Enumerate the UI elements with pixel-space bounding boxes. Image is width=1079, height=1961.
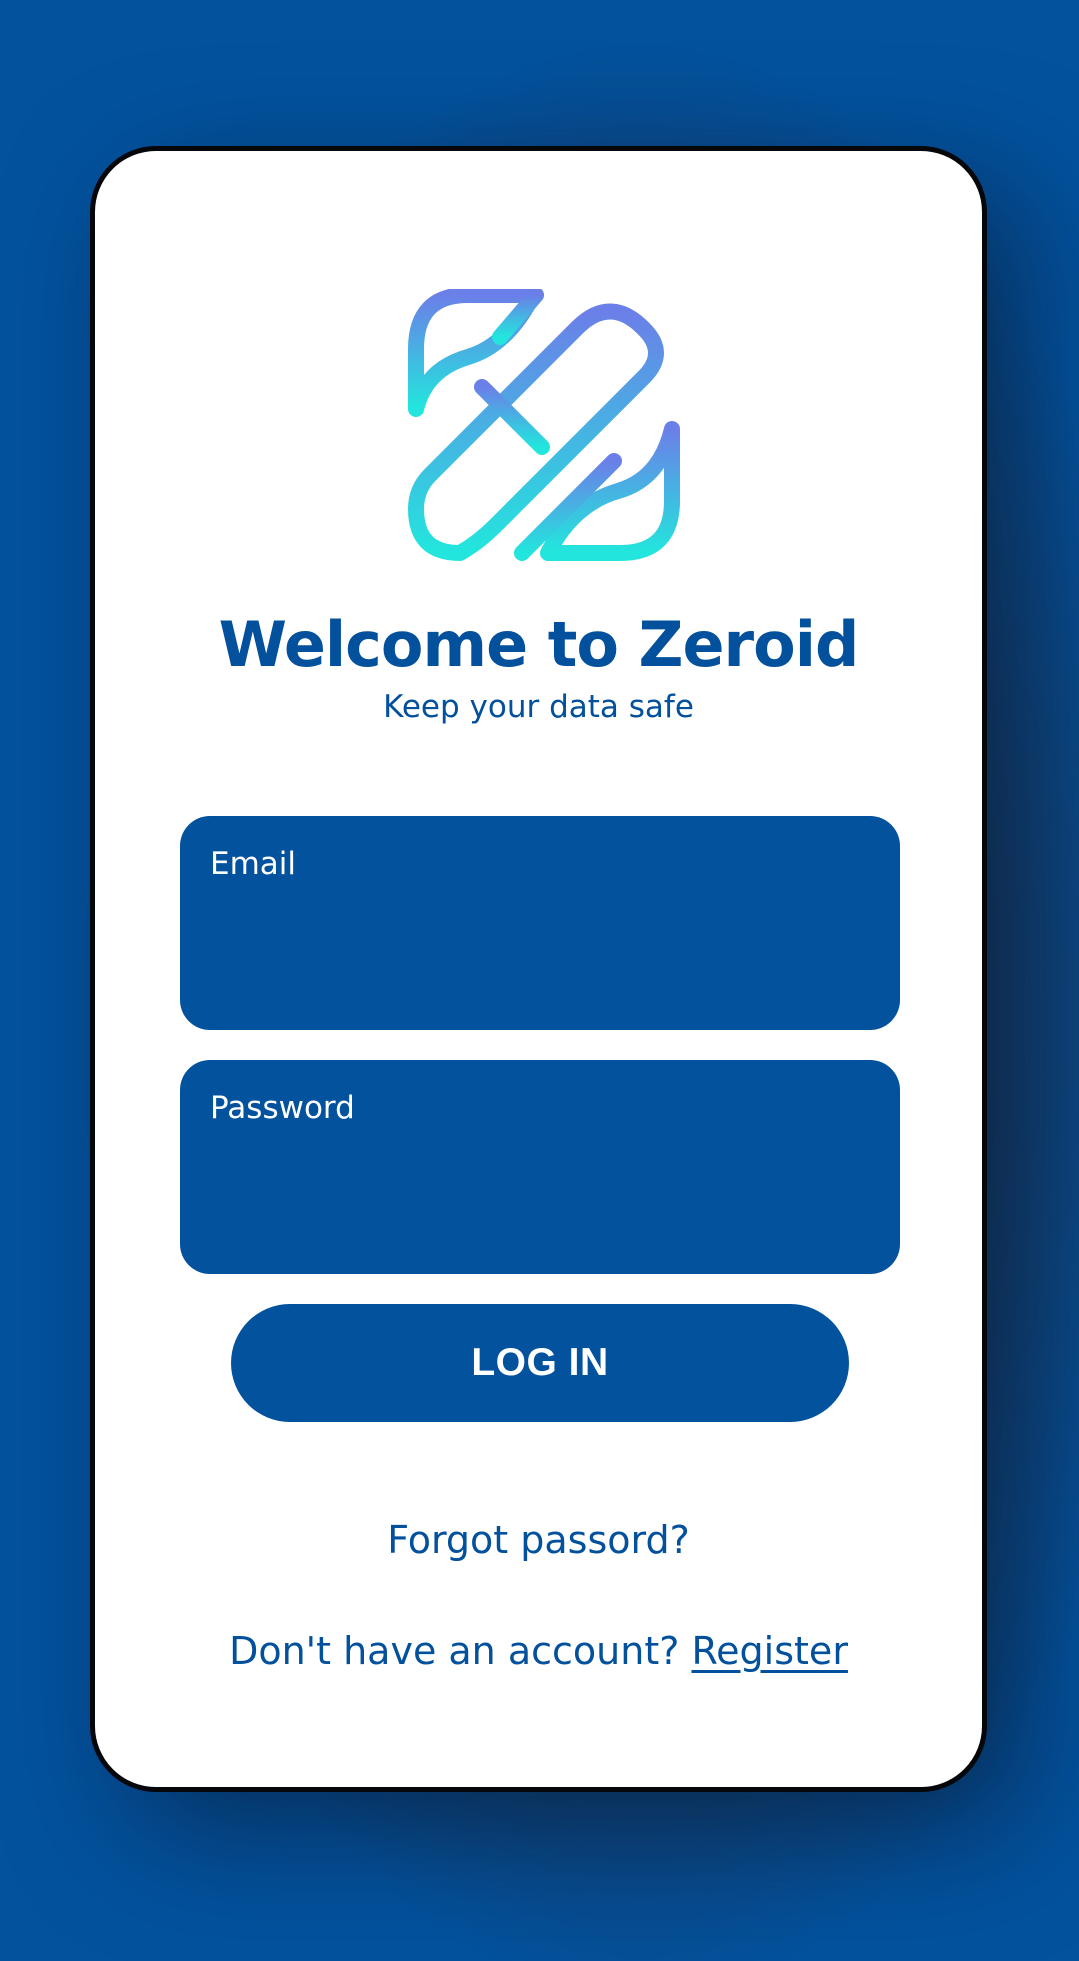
forgot-password-link[interactable]: Forgot passord? [95,1516,982,1564]
password-field[interactable]: Password [180,1060,900,1274]
page-subtitle: Keep your data safe [383,689,694,725]
no-account-text: Don't have an account? [229,1629,692,1673]
password-input[interactable] [210,1150,870,1230]
password-label: Password [210,1090,355,1126]
email-field[interactable]: Email [180,816,900,1030]
login-button[interactable]: LOG IN [231,1304,849,1422]
zeroid-logo-icon [408,289,680,561]
login-card: Welcome to Zeroid Keep your data safe Em… [90,146,987,1792]
email-input[interactable] [210,906,870,986]
email-label: Email [210,846,297,882]
page-title: Welcome to Zeroid [218,608,860,681]
register-link[interactable]: Register [691,1629,847,1673]
register-prompt: Don't have an account? Register [95,1627,982,1675]
